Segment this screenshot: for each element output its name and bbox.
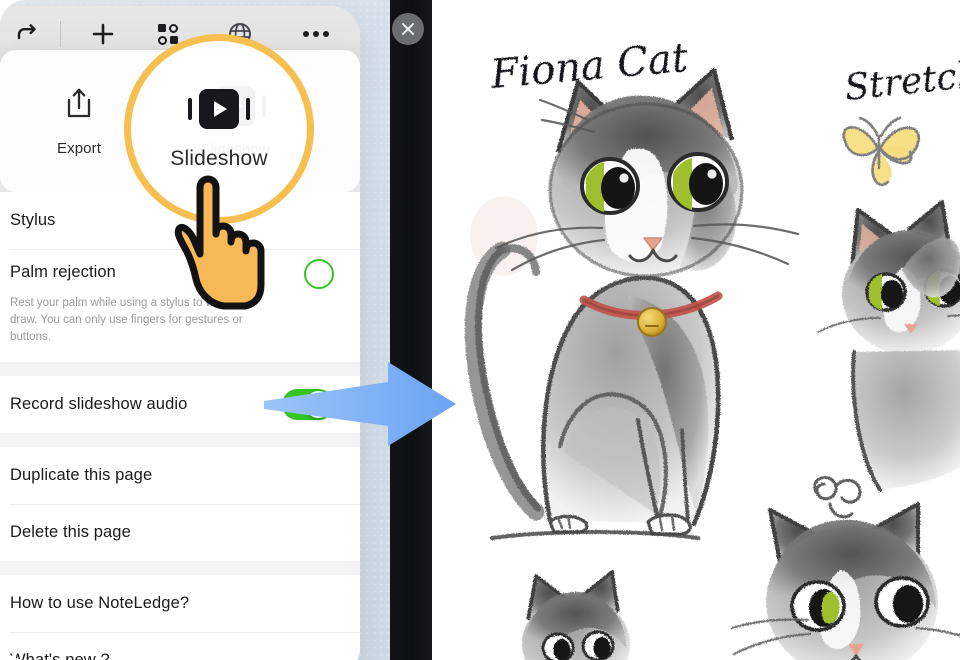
svg-text:Fiona Cat: Fiona Cat (488, 35, 691, 98)
settings-group-help: How to use NoteLedge? What's new ? (0, 575, 360, 660)
title-stretch: Stretch b (843, 50, 960, 109)
more-options-icon[interactable] (299, 19, 333, 49)
more-dots (303, 31, 329, 37)
settings-group-page: Duplicate this page Delete this page (0, 447, 360, 562)
app-window-stage: Export Slideshow Stylus (0, 0, 424, 660)
row-label: How to use NoteLedge? (10, 594, 190, 613)
bottom-right-cat-face (730, 502, 960, 660)
screenshot-frame: Export Slideshow Stylus (0, 0, 960, 660)
toggle-knob (304, 258, 334, 289)
settings-row-how-to-use[interactable]: How to use NoteLedge? (0, 575, 360, 633)
canvas-left-gutter (390, 0, 432, 660)
sketch-canvas[interactable]: Fiona Cat Stretch b (432, 0, 960, 660)
export-button[interactable]: Export (24, 86, 134, 157)
row-label: Record slideshow audio (10, 395, 188, 414)
share-export-icon (62, 86, 96, 127)
svg-text:Stretch b: Stretch b (843, 50, 960, 109)
row-label: Palm rejection (10, 262, 116, 281)
row-label: Delete this page (10, 523, 131, 542)
curl-doodle (813, 476, 862, 519)
bottom-left-cat (522, 570, 630, 660)
export-label: Export (57, 139, 101, 157)
hand-pointer-cursor (160, 168, 280, 318)
row-label: What's new ? (10, 651, 110, 660)
slideshow-play-icon (188, 87, 250, 131)
palm-rejection-toggle[interactable] (282, 257, 334, 289)
add-icon[interactable] (87, 18, 119, 50)
butterfly (842, 116, 920, 186)
title-fiona-cat: Fiona Cat (488, 35, 691, 98)
redo-icon[interactable] (10, 17, 44, 51)
row-label: Duplicate this page (10, 466, 153, 485)
settings-row-delete-page[interactable]: Delete this page (0, 504, 360, 562)
close-icon[interactable] (392, 13, 424, 45)
blue-arrow-annotation (262, 358, 458, 450)
row-label: Stylus (10, 211, 56, 229)
settings-row-whats-new[interactable]: What's new ? (0, 632, 360, 660)
sitting-tuxedo-cat (464, 67, 800, 540)
toolbar-divider (60, 21, 61, 47)
settings-row-duplicate-page[interactable]: Duplicate this page (0, 447, 360, 505)
